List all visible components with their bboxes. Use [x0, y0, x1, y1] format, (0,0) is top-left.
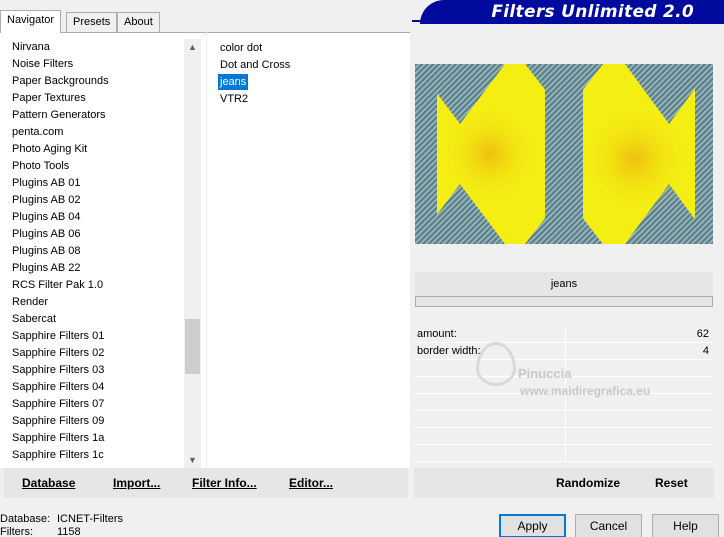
category-item[interactable]: Paper Backgrounds [0, 73, 184, 90]
filter-item[interactable]: jeans [218, 74, 249, 90]
parameter-row[interactable] [415, 445, 713, 462]
scroll-up-icon[interactable]: ▲ [184, 39, 201, 56]
category-item[interactable]: Noise Filters [0, 56, 184, 73]
category-item[interactable]: Plugins AB 02 [0, 192, 184, 209]
category-item[interactable]: Plugins AB 22 [0, 260, 184, 277]
category-item[interactable]: Photo Aging Kit [0, 141, 184, 158]
cancel-button[interactable]: Cancel [575, 514, 642, 537]
category-item[interactable]: Plugins AB 08 [0, 243, 184, 260]
randomize-button[interactable]: Randomize [556, 476, 620, 490]
watermark-logo [476, 342, 516, 386]
category-list[interactable]: Nirvana Noise Filters Paper Backgrounds Pap… [0, 39, 184, 464]
filter-preview-image [415, 64, 713, 244]
scroll-down-icon[interactable]: ▼ [184, 452, 201, 469]
watermark-name: Pinuccia [518, 366, 572, 381]
scroll-thumb[interactable] [185, 319, 200, 374]
parameter-divider [565, 428, 566, 444]
filter-item[interactable]: Dot and Cross [218, 57, 292, 73]
preview-actions: Randomize Reset [414, 468, 714, 498]
category-scrollbar[interactable]: ▲ ▼ [184, 39, 201, 469]
watermark: Pinuccia www.maidiregrafica.eu [466, 338, 686, 400]
app-title: Filters Unlimited 2.0 [491, 2, 694, 22]
filters-count-label: Filters: [0, 526, 33, 537]
database-button[interactable]: Database [22, 476, 75, 490]
parameter-divider [565, 445, 566, 461]
reset-button[interactable]: Reset [655, 476, 688, 490]
category-item[interactable]: Sapphire Filters 1a [0, 430, 184, 447]
category-item[interactable]: Sapphire Filters 01 [0, 328, 184, 345]
filter-item[interactable]: VTR2 [218, 91, 250, 107]
parameter-row[interactable] [415, 411, 713, 428]
filter-info-button[interactable]: Filter Info... [192, 476, 257, 490]
tab-presets[interactable]: Presets [66, 12, 118, 32]
app-banner: Filters Unlimited 2.0 [420, 0, 724, 24]
category-item[interactable]: RCS Filter Pak 1.0 [0, 277, 184, 294]
preview-panel: jeans amount: 62 border width: 4 [411, 32, 724, 468]
editor-button[interactable]: Editor... [289, 476, 333, 490]
watermark-url: www.maidiregrafica.eu [520, 384, 651, 398]
database-info: Database: ICNET-Filters Filters: 1158 [0, 513, 123, 537]
category-item[interactable]: Sapphire Filters 07 [0, 396, 184, 413]
category-item[interactable]: Paper Textures [0, 90, 184, 107]
database-label: Database: [0, 513, 51, 525]
category-item[interactable]: Sapphire Filters 09 [0, 413, 184, 430]
category-item[interactable]: Nirvana [0, 39, 184, 56]
category-item[interactable]: Sabercat [0, 311, 184, 328]
category-item[interactable]: Render [0, 294, 184, 311]
category-list-panel: Nirvana Noise Filters Paper Backgrounds Pap… [0, 32, 206, 469]
category-item[interactable]: Plugins AB 06 [0, 226, 184, 243]
selected-filter-title: jeans [415, 272, 713, 297]
category-item[interactable]: Pattern Generators [0, 107, 184, 124]
category-item[interactable]: Plugins AB 04 [0, 209, 184, 226]
filter-item[interactable]: color dot [218, 40, 264, 56]
category-item[interactable]: penta.com [0, 124, 184, 141]
category-item[interactable]: Sapphire Filters 04 [0, 379, 184, 396]
category-item[interactable]: Sapphire Filters 03 [0, 362, 184, 379]
help-button[interactable]: Help [652, 514, 719, 537]
filters-count-value: 1158 [57, 526, 81, 537]
apply-button[interactable]: Apply [499, 514, 566, 537]
navigator-actions: Database Import... Filter Info... Editor… [4, 468, 408, 498]
preview-pattern [415, 64, 713, 244]
parameter-row[interactable] [415, 428, 713, 445]
category-item[interactable]: Plugins AB 01 [0, 175, 184, 192]
database-value: ICNET-Filters [57, 513, 123, 525]
category-item[interactable]: Photo Tools [0, 158, 184, 175]
import-button[interactable]: Import... [113, 476, 160, 490]
parameter-label: amount: [417, 328, 457, 340]
progress-bar [415, 296, 713, 307]
tab-navigator[interactable]: Navigator [0, 10, 62, 33]
parameter-value[interactable]: 4 [703, 343, 709, 360]
tab-about[interactable]: About [117, 12, 160, 32]
filter-list-panel: color dot Dot and Cross jeans VTR2 [207, 32, 410, 468]
parameter-divider [565, 411, 566, 427]
category-item[interactable]: Sapphire Filters 1c [0, 447, 184, 464]
parameter-value[interactable]: 62 [697, 326, 709, 343]
category-item[interactable]: Sapphire Filters 02 [0, 345, 184, 362]
